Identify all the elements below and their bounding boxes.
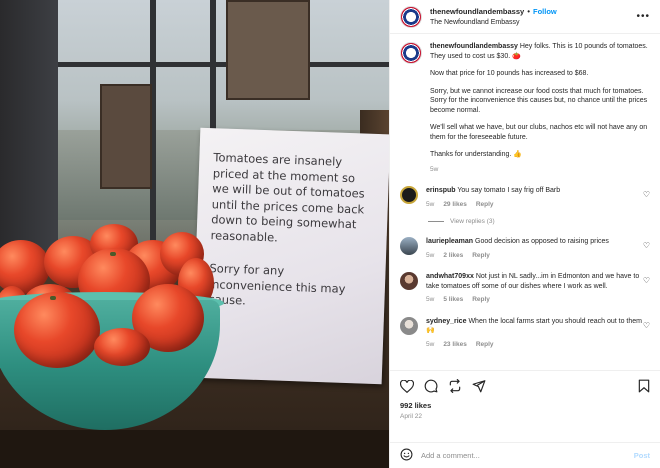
bookmark-icon[interactable] bbox=[638, 379, 650, 395]
comment-time: 5w bbox=[426, 296, 435, 303]
post-caption: thenewfoundlandembassy Hey folks. This i… bbox=[400, 42, 650, 174]
divider bbox=[428, 221, 444, 222]
comment-meta: 5w 5 likes Reply bbox=[426, 295, 650, 305]
comment-item: sydney_rice When the local farms start y… bbox=[400, 316, 650, 350]
comment-item: andwhat709xx Not just in NL sadly...im i… bbox=[400, 272, 650, 305]
username[interactable]: thenewfoundlandembassy bbox=[430, 7, 524, 16]
comment-username[interactable]: lauriepleaman bbox=[426, 238, 473, 245]
caption-line: Now that price for 10 pounds has increas… bbox=[430, 70, 589, 77]
comment-username[interactable]: sydney_rice bbox=[426, 318, 466, 325]
post-side-panel: thenewfoundlandembassy • Follow The Newfou… bbox=[389, 0, 660, 468]
comment-time: 5w bbox=[426, 340, 435, 348]
reply-button[interactable]: Reply bbox=[476, 341, 494, 348]
caption-time: 5w bbox=[430, 165, 439, 173]
avatar[interactable] bbox=[400, 186, 418, 204]
comment-meta: 5w 29 likes Reply bbox=[426, 200, 650, 210]
repost-icon[interactable] bbox=[448, 379, 462, 395]
heart-icon[interactable] bbox=[399, 379, 415, 395]
avatar[interactable] bbox=[400, 316, 418, 335]
heart-icon[interactable]: ♡ bbox=[643, 241, 650, 250]
comment-meta: 5w 23 likes Reply bbox=[426, 340, 650, 350]
post-actions: 992 likes April 22 bbox=[390, 370, 660, 442]
comment-body: sydney_rice When the local farms start y… bbox=[426, 317, 650, 350]
comment-item: lauriepleaman Good decision as opposed t… bbox=[400, 237, 650, 260]
comment-time: 5w bbox=[426, 200, 435, 208]
heart-icon[interactable]: ♡ bbox=[643, 190, 650, 199]
post-header-text: thenewfoundlandembassy • Follow The Newfou… bbox=[430, 6, 636, 28]
location-link[interactable]: The Newfoundland Embassy bbox=[430, 17, 636, 28]
photo-window-frame bbox=[58, 62, 389, 67]
avatar[interactable] bbox=[400, 272, 418, 290]
comments-scroll[interactable]: thenewfoundlandembassy Hey folks. This i… bbox=[390, 34, 660, 370]
caption-body: thenewfoundlandembassy Hey folks. This i… bbox=[430, 42, 650, 174]
comment-likes[interactable]: 5 likes bbox=[443, 296, 463, 303]
comment-item: erinspub You say tomato I say frig off B… bbox=[400, 186, 650, 209]
comment-icon[interactable] bbox=[424, 379, 438, 395]
tomato bbox=[14, 292, 100, 368]
post-header: thenewfoundlandembassy • Follow The Newfou… bbox=[390, 0, 660, 34]
action-icons bbox=[399, 377, 650, 397]
comment-text: You say tomato I say frig off Barb bbox=[457, 187, 561, 194]
view-replies-button[interactable]: View replies (3) bbox=[428, 218, 650, 225]
comment-time: 5w bbox=[426, 251, 435, 259]
comment-text: Good decision as opposed to raising pric… bbox=[475, 238, 609, 245]
tomato-stem bbox=[110, 252, 116, 256]
comment-body: lauriepleaman Good decision as opposed t… bbox=[426, 237, 650, 260]
reply-button[interactable]: Reply bbox=[472, 252, 490, 259]
comment-body: andwhat709xx Not just in NL sadly...im i… bbox=[426, 272, 650, 305]
caption-line: We'll sell what we have, but our clubs, … bbox=[430, 124, 648, 141]
reply-button[interactable]: Reply bbox=[472, 296, 490, 303]
caption-line: Sorry, but we cannot increase our food c… bbox=[430, 87, 648, 114]
comment-username[interactable]: erinspub bbox=[426, 187, 456, 194]
photo-poster bbox=[100, 84, 152, 189]
post-date: April 22 bbox=[400, 413, 423, 420]
photo-wall bbox=[0, 0, 58, 250]
avatar[interactable] bbox=[400, 237, 418, 255]
reply-button[interactable]: Reply bbox=[476, 201, 494, 208]
photo-table-edge bbox=[0, 430, 389, 468]
tomato-stem bbox=[50, 296, 56, 300]
caption-username[interactable]: thenewfoundlandembassy bbox=[430, 43, 518, 50]
likes-count[interactable]: 992 likes bbox=[400, 401, 650, 410]
more-horizontal-icon[interactable]: ••• bbox=[636, 11, 650, 22]
separator-dot: • bbox=[527, 6, 530, 16]
heart-icon[interactable]: ♡ bbox=[643, 276, 650, 285]
caption-line: Thanks for understanding. 👍 bbox=[430, 151, 522, 158]
avatar[interactable] bbox=[400, 42, 422, 64]
sign-text: Tomatoes are insanely priced at the mome… bbox=[210, 150, 365, 245]
tomato-notice-sign: Tomatoes are insanely priced at the mome… bbox=[191, 127, 389, 385]
comment-body: erinspub You say tomato I say frig off B… bbox=[426, 186, 650, 209]
follow-button[interactable]: Follow bbox=[533, 7, 557, 16]
sign-text-apology: Sorry for any inconvenience this may cau… bbox=[208, 261, 346, 308]
comment-likes[interactable]: 23 likes bbox=[443, 341, 467, 348]
post-comment-button[interactable]: Post bbox=[634, 451, 650, 460]
avatar[interactable] bbox=[400, 5, 422, 28]
comment-likes[interactable]: 2 likes bbox=[443, 252, 463, 259]
photo-poster bbox=[226, 0, 310, 100]
add-comment-bar: Post bbox=[390, 442, 660, 468]
share-icon[interactable] bbox=[472, 379, 486, 395]
comment-username[interactable]: andwhat709xx bbox=[426, 273, 474, 280]
comment-likes[interactable]: 29 likes bbox=[443, 201, 467, 208]
comment-input[interactable] bbox=[421, 451, 634, 460]
comment-meta: 5w 2 likes Reply bbox=[426, 251, 650, 261]
emoji-icon[interactable] bbox=[400, 448, 413, 463]
heart-icon[interactable]: ♡ bbox=[643, 321, 650, 330]
tomato bbox=[94, 328, 150, 366]
view-replies-label: View replies (3) bbox=[450, 218, 495, 225]
post-photo[interactable]: Tomatoes are insanely priced at the mome… bbox=[0, 0, 389, 468]
